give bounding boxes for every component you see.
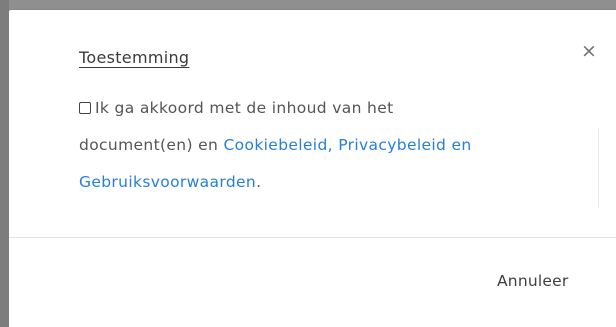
consent-line-2: document(en) en Cookiebeleid, Privacybel…	[79, 127, 579, 164]
consent-line-1: Ik ga akkoord met de inhoud van het	[79, 90, 579, 127]
backdrop-left	[0, 0, 9, 327]
scroll-track	[598, 128, 599, 208]
page: { "dialog": { "title": "Toestemming", "c…	[0, 0, 616, 327]
privacy-policy-link[interactable]: Privacybeleid en	[338, 136, 471, 154]
consent-period: .	[256, 173, 262, 191]
backdrop	[0, 0, 616, 9]
link-comma: ,	[327, 136, 339, 154]
dialog-title: Toestemming	[79, 48, 190, 67]
consent-text-line1: Ik ga akkoord met de inhoud van het	[95, 99, 394, 117]
terms-of-use-link[interactable]: Gebruiksvoorwaarden	[79, 173, 256, 191]
consent-dialog: Toestemming × Ik ga akkoord met de inhou…	[9, 10, 616, 327]
cookie-policy-link[interactable]: Cookiebeleid	[223, 136, 327, 154]
consent-text-prefix: document(en) en	[79, 136, 224, 154]
dialog-body: Toestemming × Ik ga akkoord met de inhou…	[9, 10, 616, 237]
consent-checkbox[interactable]	[79, 102, 91, 114]
consent-text: Ik ga akkoord met de inhoud van het docu…	[79, 90, 579, 201]
cancel-button[interactable]: Annuleer	[497, 272, 568, 290]
close-icon[interactable]: ×	[579, 40, 599, 62]
consent-line-3: Gebruiksvoorwaarden.	[79, 164, 579, 201]
dialog-footer: Annuleer	[9, 238, 616, 327]
